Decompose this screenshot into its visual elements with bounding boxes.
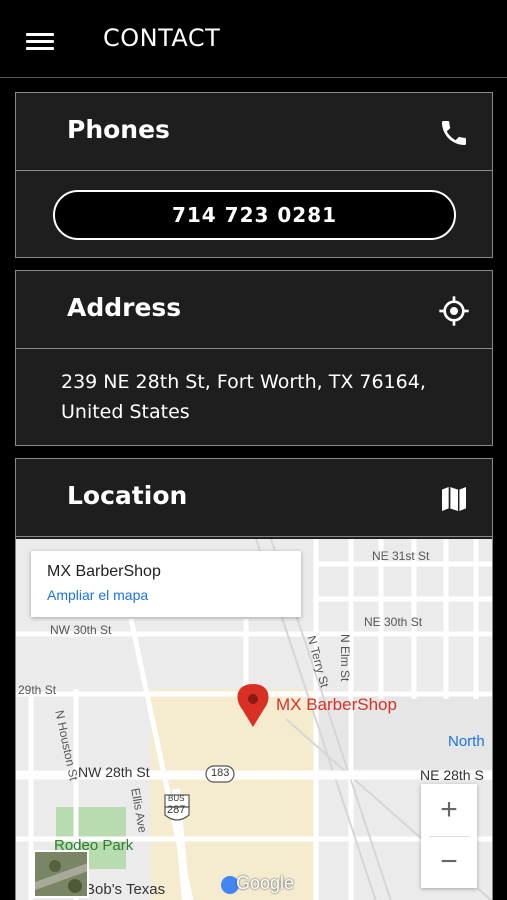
zoom-controls: + − — [421, 784, 477, 888]
map-marker-label[interactable]: MX BarberShop — [276, 695, 397, 715]
street-label: NE 28th S — [420, 767, 484, 783]
embedded-map[interactable]: NE 31st St NE 30th St NW 30th St 29th St… — [16, 539, 492, 900]
enlarge-map-link[interactable]: Ampliar el mapa — [47, 587, 148, 603]
map-info-card: MX BarberShop Ampliar el mapa — [31, 551, 301, 617]
route-183-shield: 183 — [211, 767, 230, 779]
map-icon[interactable] — [438, 483, 470, 515]
map-place-name: MX BarberShop — [47, 563, 161, 580]
phone-number-button[interactable]: 714 723 0281 — [53, 190, 456, 240]
zoom-in-button[interactable]: + — [421, 784, 477, 836]
address-header: Address — [16, 271, 492, 349]
google-logo: Google — [236, 873, 295, 893]
zoom-out-button[interactable]: − — [421, 836, 477, 888]
address-title: Address — [67, 293, 182, 322]
address-card: Address 239 NE 28th St, Fort Worth, TX 7… — [15, 270, 493, 446]
page-title: CONTACT — [103, 24, 221, 52]
address-text: 239 NE 28th St, Fort Worth, TX 76164, Un… — [61, 371, 426, 423]
route-287-shield: 287 — [167, 804, 186, 816]
street-label: N Elm St — [338, 634, 352, 682]
phone-icon[interactable] — [438, 117, 470, 149]
location-card: Location NE 31st St NE 30th St NW 30th S… — [15, 458, 493, 900]
top-bar: CONTACT — [0, 0, 507, 78]
street-label: NE 30th St — [364, 615, 423, 629]
area-label: North — [448, 733, 485, 750]
bus-shield-label: BUS — [168, 794, 185, 803]
satellite-thumbnail[interactable] — [33, 850, 89, 898]
street-label: 29th St — [18, 683, 57, 697]
street-label: NW 30th St — [50, 623, 112, 637]
locate-icon[interactable] — [438, 295, 470, 327]
location-title: Location — [67, 481, 188, 510]
phones-card: Phones 714 723 0281 — [15, 92, 493, 258]
location-header: Location — [16, 459, 492, 537]
street-label: NE 31st St — [372, 549, 430, 563]
phones-title: Phones — [67, 115, 170, 144]
hamburger-menu-icon[interactable] — [26, 33, 54, 53]
street-label: NW 28th St — [78, 764, 150, 780]
phones-header: Phones — [16, 93, 492, 171]
